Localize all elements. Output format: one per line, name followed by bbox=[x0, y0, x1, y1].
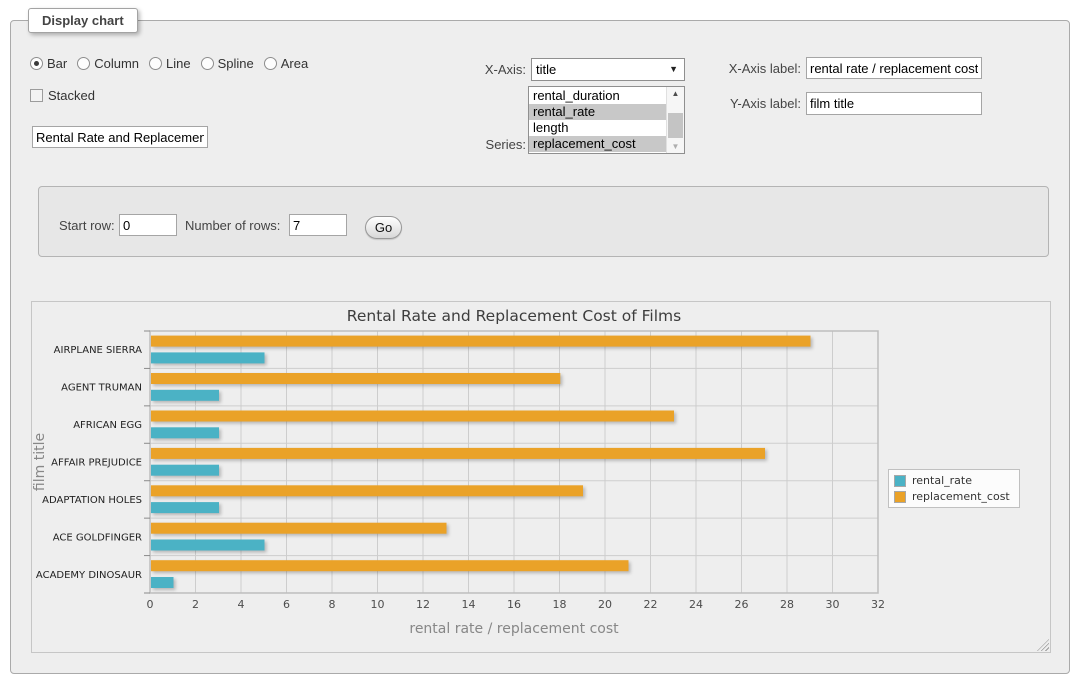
start-row-label: Start row: bbox=[59, 218, 115, 233]
go-button[interactable]: Go bbox=[365, 216, 402, 239]
series-option-length[interactable]: length bbox=[529, 120, 666, 136]
bar-rental_rate bbox=[151, 502, 219, 513]
x-tick-label: 12 bbox=[416, 598, 430, 611]
series-label: Series: bbox=[431, 137, 526, 152]
bar-replacement_cost bbox=[151, 560, 629, 571]
radio-label: Spline bbox=[218, 56, 254, 71]
bar-replacement_cost bbox=[151, 523, 447, 534]
category-label: AIRPLANE SIERRA bbox=[54, 345, 142, 356]
bar-rental_rate bbox=[151, 577, 174, 588]
bar-replacement_cost bbox=[151, 336, 811, 347]
bar-replacement_cost bbox=[151, 485, 583, 496]
radio-icon[interactable] bbox=[201, 57, 214, 70]
radio-label: Area bbox=[281, 56, 308, 71]
x-tick-label: 6 bbox=[283, 598, 290, 611]
x-tick-label: 20 bbox=[598, 598, 612, 611]
chart-ylabel: film title bbox=[32, 433, 48, 491]
radio-icon[interactable] bbox=[149, 57, 162, 70]
x-tick-label: 10 bbox=[371, 598, 385, 611]
series-listbox[interactable]: rental_durationrental_ratelengthreplacem… bbox=[528, 86, 685, 154]
rows-panel: Start row: Number of rows: Go bbox=[38, 186, 1049, 257]
x-axis-label: X-Axis: bbox=[431, 62, 526, 77]
radio-label: Bar bbox=[47, 56, 67, 71]
series-options: rental_durationrental_ratelengthreplacem… bbox=[529, 87, 666, 153]
bar-rental_rate bbox=[151, 540, 265, 551]
x-axis-label-field-label: X-Axis label: bbox=[705, 61, 801, 76]
radio-label: Line bbox=[166, 56, 191, 71]
chart-legend: rental_rate replacement_cost bbox=[888, 469, 1020, 508]
bar-rental_rate bbox=[151, 427, 219, 438]
category-label: ACADEMY DINOSAUR bbox=[36, 570, 142, 581]
bar-replacement_cost bbox=[151, 373, 560, 384]
scroll-down-icon[interactable]: ▼ bbox=[667, 140, 684, 153]
legend-label: replacement_cost bbox=[912, 490, 1010, 503]
x-tick-label: 22 bbox=[644, 598, 658, 611]
y-axis-label-input[interactable] bbox=[806, 92, 982, 115]
x-axis-label-input[interactable] bbox=[806, 57, 982, 79]
stacked-option[interactable]: Stacked bbox=[30, 88, 95, 102]
scrollbar-thumb[interactable] bbox=[668, 113, 683, 138]
x-tick-label: 8 bbox=[329, 598, 336, 611]
num-rows-input[interactable] bbox=[289, 214, 347, 236]
chart-xlabel: rental rate / replacement cost bbox=[409, 621, 619, 637]
radio-icon[interactable] bbox=[30, 57, 43, 70]
x-tick-label: 26 bbox=[735, 598, 749, 611]
chart-type-option-area[interactable]: Area bbox=[264, 56, 308, 71]
category-label: AFFAIR PREJUDICE bbox=[51, 458, 142, 469]
chart-type-option-line[interactable]: Line bbox=[149, 56, 191, 71]
bar-replacement_cost bbox=[151, 411, 674, 422]
series-scrollbar[interactable]: ▲ ▼ bbox=[666, 87, 684, 153]
x-tick-label: 28 bbox=[780, 598, 794, 611]
radio-icon[interactable] bbox=[77, 57, 90, 70]
series-option-rental_rate[interactable]: rental_rate bbox=[529, 104, 666, 120]
bar-replacement_cost bbox=[151, 448, 765, 459]
legend-label: rental_rate bbox=[912, 474, 972, 487]
series-option-replacement_cost[interactable]: replacement_cost bbox=[529, 136, 666, 152]
radio-icon[interactable] bbox=[264, 57, 277, 70]
category-label: AFRICAN EGG bbox=[73, 420, 142, 431]
series-option-rental_duration[interactable]: rental_duration bbox=[529, 88, 666, 104]
start-row-input[interactable] bbox=[119, 214, 177, 236]
chart-title: Rental Rate and Replacement Cost of Film… bbox=[347, 307, 681, 325]
num-rows-label: Number of rows: bbox=[185, 218, 280, 233]
x-tick-label: 18 bbox=[553, 598, 567, 611]
radio-label: Column bbox=[94, 56, 139, 71]
chart-type-option-column[interactable]: Column bbox=[77, 56, 139, 71]
x-tick-label: 30 bbox=[826, 598, 840, 611]
bar-rental_rate bbox=[151, 390, 219, 401]
category-label: AGENT TRUMAN bbox=[61, 383, 142, 394]
bar-rental_rate bbox=[151, 465, 219, 476]
x-tick-label: 2 bbox=[192, 598, 199, 611]
y-axis-label-field-label: Y-Axis label: bbox=[705, 96, 801, 111]
legend-item-replacement_cost: replacement_cost bbox=[894, 490, 1010, 503]
legend-swatch bbox=[894, 475, 906, 487]
stacked-checkbox[interactable] bbox=[30, 89, 43, 102]
x-tick-label: 4 bbox=[238, 598, 245, 611]
category-label: ADAPTATION HOLES bbox=[42, 495, 142, 506]
chart-title-input[interactable] bbox=[32, 126, 208, 148]
bar-rental_rate bbox=[151, 352, 265, 363]
stacked-label: Stacked bbox=[48, 88, 95, 103]
legend-item-rental_rate: rental_rate bbox=[894, 474, 1010, 487]
x-axis-selected-value: title bbox=[536, 62, 556, 77]
chart-container: AIRPLANE SIERRA AGENT TRUMAN AFRICAN EGG AF… bbox=[31, 301, 1051, 653]
panel-legend-title: Display chart bbox=[28, 8, 138, 33]
chart-type-option-spline[interactable]: Spline bbox=[201, 56, 254, 71]
scroll-up-icon[interactable]: ▲ bbox=[667, 87, 684, 100]
x-axis-select[interactable]: title ▼ bbox=[531, 58, 685, 81]
chart-type-group: Bar Column Line Spline Area bbox=[30, 56, 308, 71]
chevron-down-icon: ▼ bbox=[669, 65, 678, 74]
x-tick-label: 14 bbox=[462, 598, 476, 611]
x-tick-label: 24 bbox=[689, 598, 703, 611]
x-tick-label: 0 bbox=[147, 598, 154, 611]
legend-swatch bbox=[894, 491, 906, 503]
display-chart-panel: Display chart BarColumnLineSplineArea St… bbox=[10, 20, 1070, 674]
x-tick-label: 32 bbox=[871, 598, 885, 611]
x-tick-label: 16 bbox=[507, 598, 521, 611]
category-label: ACE GOLDFINGER bbox=[53, 532, 142, 543]
chart-type-option-bar[interactable]: Bar bbox=[30, 56, 67, 71]
